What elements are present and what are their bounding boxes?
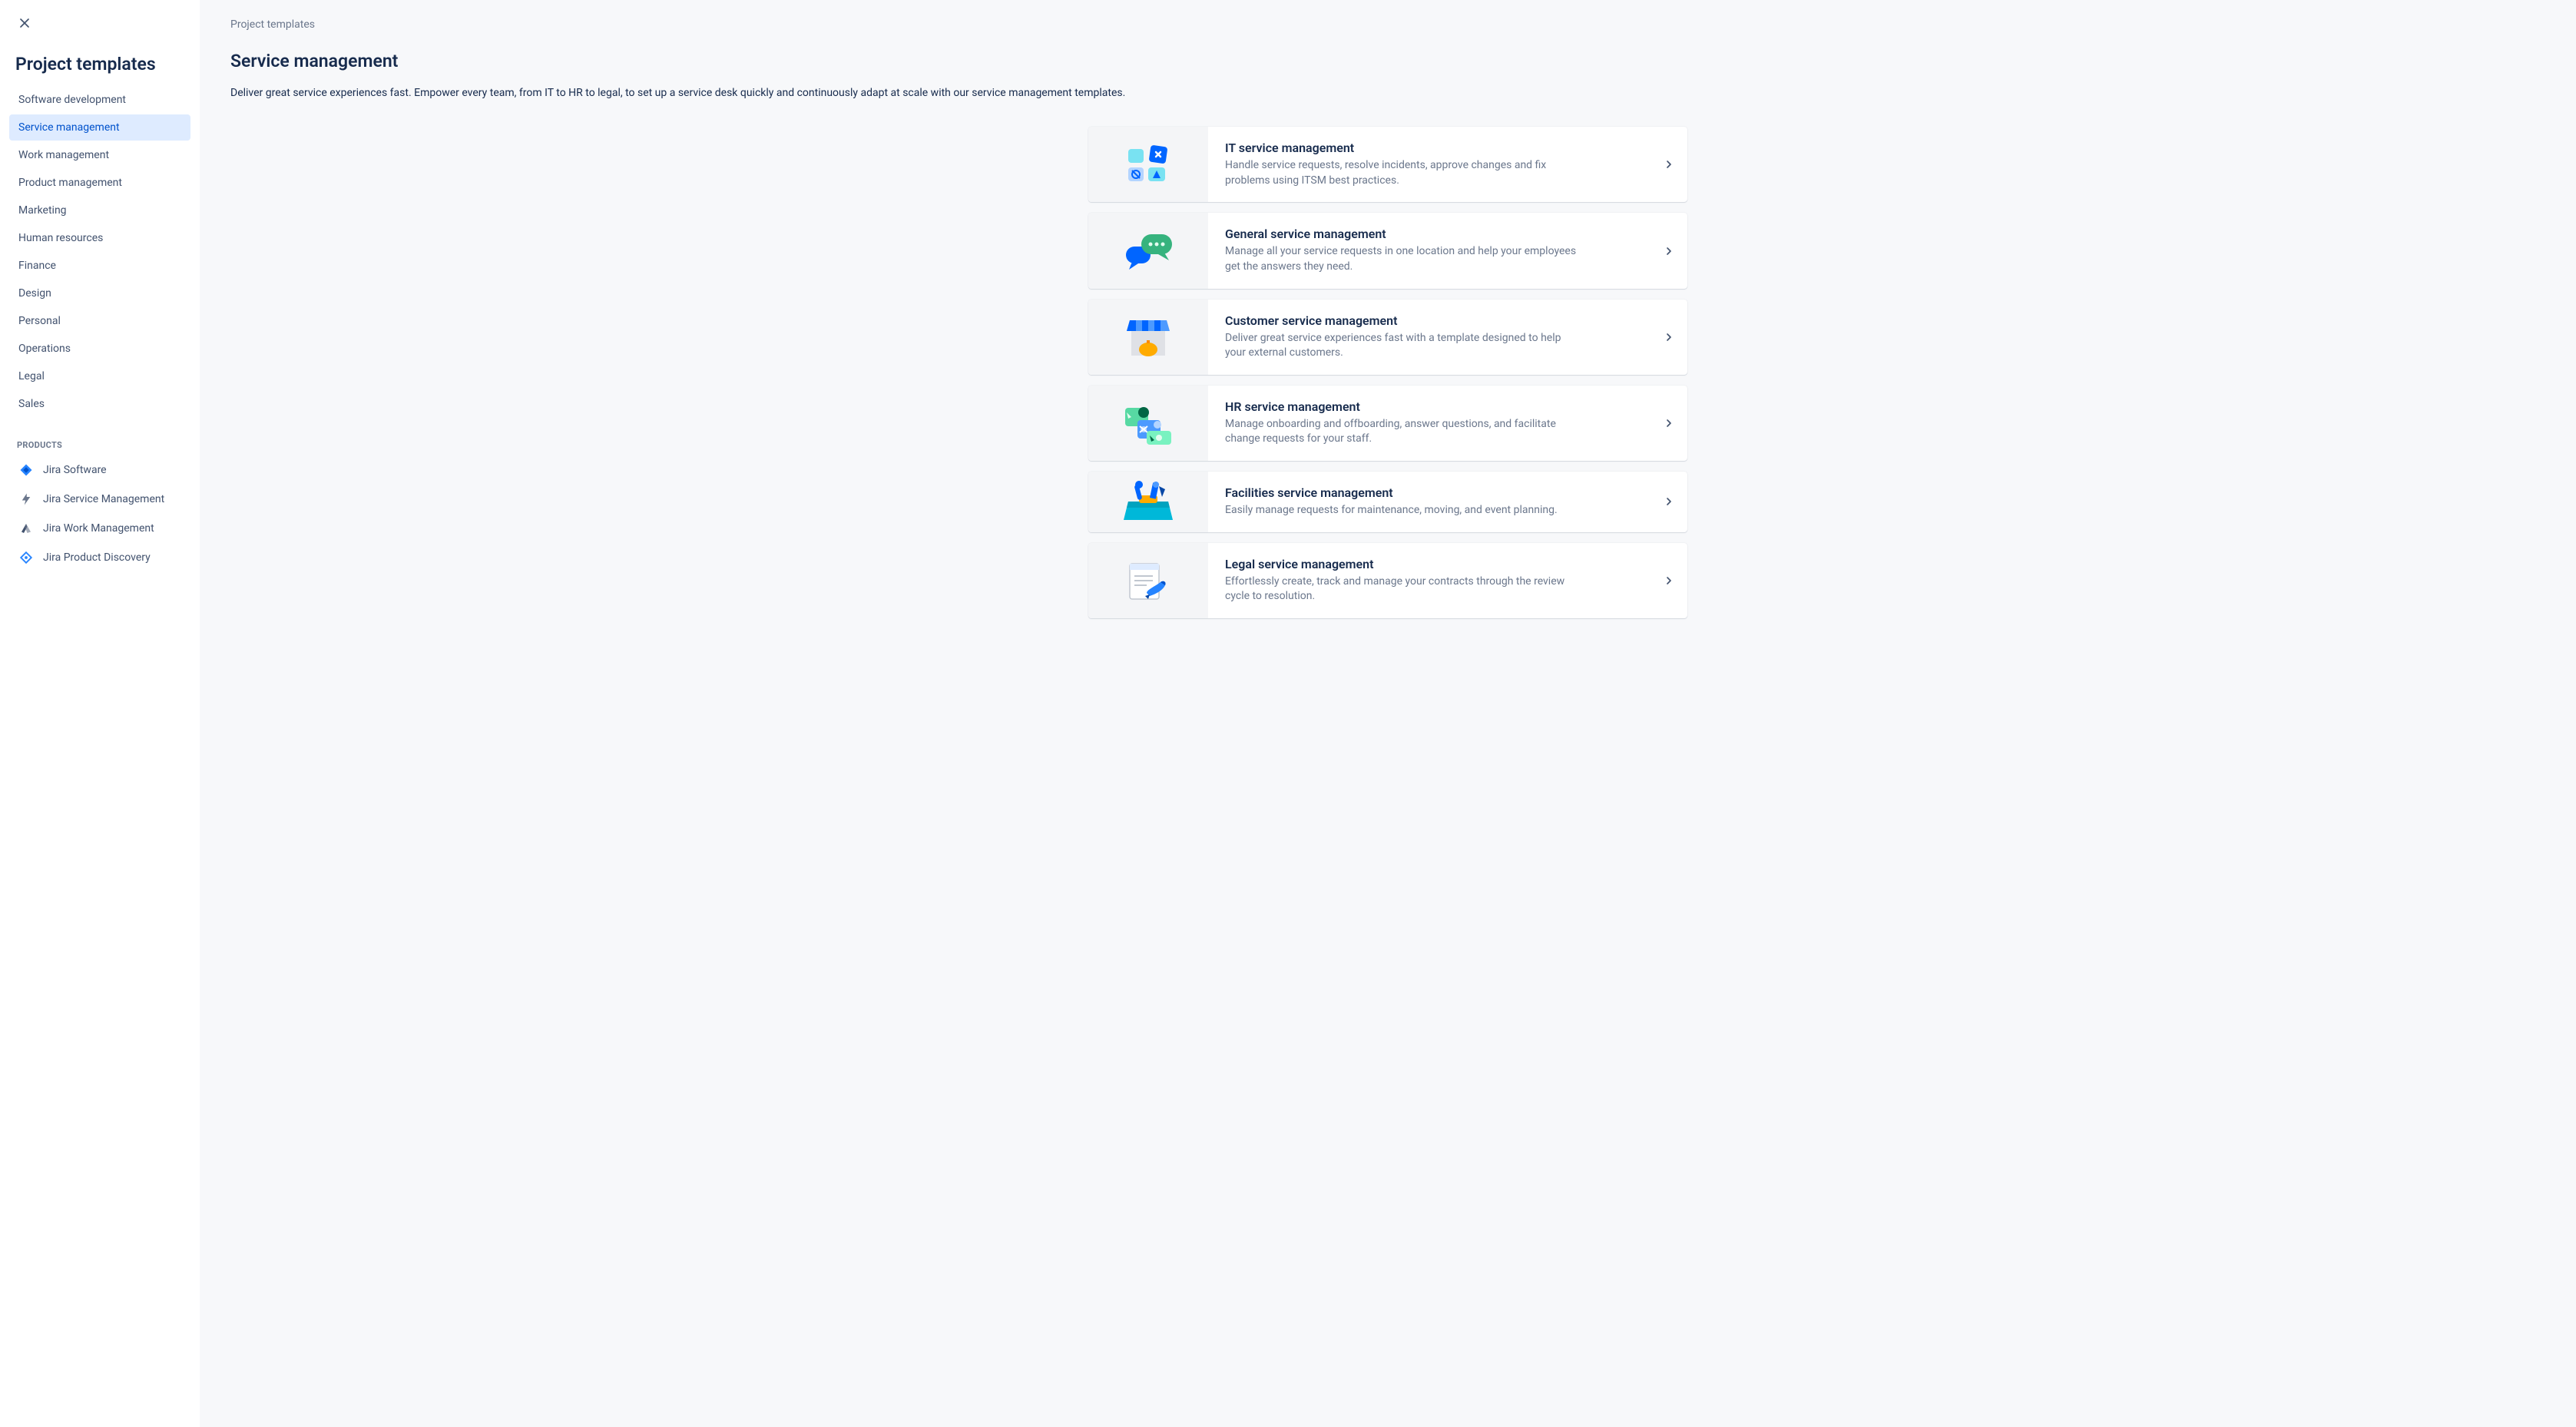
products-section-label: PRODUCTS xyxy=(0,419,200,456)
template-illustration xyxy=(1088,127,1208,202)
template-card-description: Deliver great service experiences fast w… xyxy=(1225,331,1578,361)
sidebar-title: Project templates xyxy=(0,35,200,87)
template-card-it-service-management[interactable]: IT service management Handle service requ… xyxy=(1088,127,1687,202)
chevron-right-icon xyxy=(1651,300,1687,375)
template-card-body: General service management Manage all you… xyxy=(1208,213,1651,288)
page-title: Service management xyxy=(230,51,2545,71)
sidebar-product-item[interactable]: Jira Work Management xyxy=(9,515,190,542)
product-label: Jira Product Discovery xyxy=(43,551,151,564)
chevron-right-icon xyxy=(1651,472,1687,532)
close-button[interactable] xyxy=(12,11,37,35)
template-card-general-service-management[interactable]: General service management Manage all you… xyxy=(1088,213,1687,288)
template-card-legal-service-management[interactable]: Legal service management Effortlessly cre… xyxy=(1088,543,1687,618)
template-illustration xyxy=(1088,472,1208,532)
product-label: Jira Work Management xyxy=(43,522,154,535)
template-card-hr-service-management[interactable]: HR service management Manage onboarding a… xyxy=(1088,386,1687,461)
template-card-description: Effortlessly create, track and manage yo… xyxy=(1225,574,1578,604)
category-list: Software developmentService managementWo… xyxy=(0,87,200,417)
page-description: Deliver great service experiences fast. … xyxy=(230,85,2545,101)
sidebar-category-item[interactable]: Service management xyxy=(9,114,190,141)
sidebar-category-item[interactable]: Design xyxy=(9,280,190,306)
sidebar-category-item[interactable]: Personal xyxy=(9,308,190,334)
sidebar-category-item[interactable]: Product management xyxy=(9,170,190,196)
template-card-description: Manage all your service requests in one … xyxy=(1225,244,1578,274)
breadcrumb[interactable]: Project templates xyxy=(230,18,2545,31)
template-card-body: HR service management Manage onboarding a… xyxy=(1208,386,1651,461)
sidebar-category-item[interactable]: Legal xyxy=(9,363,190,389)
chevron-right-icon xyxy=(1651,127,1687,202)
sidebar-category-item[interactable]: Work management xyxy=(9,142,190,168)
sidebar-category-item[interactable]: Sales xyxy=(9,391,190,417)
template-card-body: Legal service management Effortlessly cre… xyxy=(1208,543,1651,618)
sidebar-category-item[interactable]: Marketing xyxy=(9,197,190,223)
sidebar-category-item[interactable]: Operations xyxy=(9,336,190,362)
chevron-right-icon xyxy=(1651,543,1687,618)
product-label: Jira Software xyxy=(43,464,107,476)
product-icon xyxy=(18,521,34,536)
template-card-facilities-service-management[interactable]: Facilities service management Easily mana… xyxy=(1088,472,1687,532)
product-icon xyxy=(18,462,34,478)
product-label: Jira Service Management xyxy=(43,493,164,505)
sidebar: Project templates Software developmentSe… xyxy=(0,0,200,1427)
close-icon xyxy=(17,15,32,31)
template-card-body: IT service management Handle service requ… xyxy=(1208,127,1651,202)
template-cards: IT service management Handle service requ… xyxy=(1088,127,1687,618)
template-card-body: Facilities service management Easily mana… xyxy=(1208,472,1651,532)
chevron-right-icon xyxy=(1651,213,1687,288)
product-icon xyxy=(18,550,34,565)
sidebar-category-item[interactable]: Human resources xyxy=(9,225,190,251)
template-card-title: General service management xyxy=(1225,227,1634,241)
template-card-description: Manage onboarding and offboarding, answe… xyxy=(1225,417,1578,447)
template-card-body: Customer service management Deliver great… xyxy=(1208,300,1651,375)
product-list: Jira Software Jira Service Management Jira… xyxy=(0,456,200,571)
template-card-description: Easily manage requests for maintenance, … xyxy=(1225,503,1578,518)
sidebar-product-item[interactable]: Jira Software xyxy=(9,456,190,484)
template-illustration xyxy=(1088,543,1208,618)
template-card-title: HR service management xyxy=(1225,399,1634,414)
template-card-customer-service-management[interactable]: Customer service management Deliver great… xyxy=(1088,300,1687,375)
template-card-title: IT service management xyxy=(1225,141,1634,155)
sidebar-product-item[interactable]: Jira Product Discovery xyxy=(9,544,190,571)
sidebar-product-item[interactable]: Jira Service Management xyxy=(9,485,190,513)
template-card-title: Legal service management xyxy=(1225,557,1634,571)
chevron-right-icon xyxy=(1651,386,1687,461)
main-content: Project templates Service management Del… xyxy=(200,0,2576,1427)
sidebar-category-item[interactable]: Finance xyxy=(9,253,190,279)
template-illustration xyxy=(1088,386,1208,461)
product-icon xyxy=(18,492,34,507)
template-card-title: Customer service management xyxy=(1225,313,1634,328)
template-card-description: Handle service requests, resolve inciden… xyxy=(1225,158,1578,188)
template-illustration xyxy=(1088,300,1208,375)
template-card-title: Facilities service management xyxy=(1225,485,1634,500)
template-illustration xyxy=(1088,213,1208,288)
sidebar-category-item[interactable]: Software development xyxy=(9,87,190,113)
